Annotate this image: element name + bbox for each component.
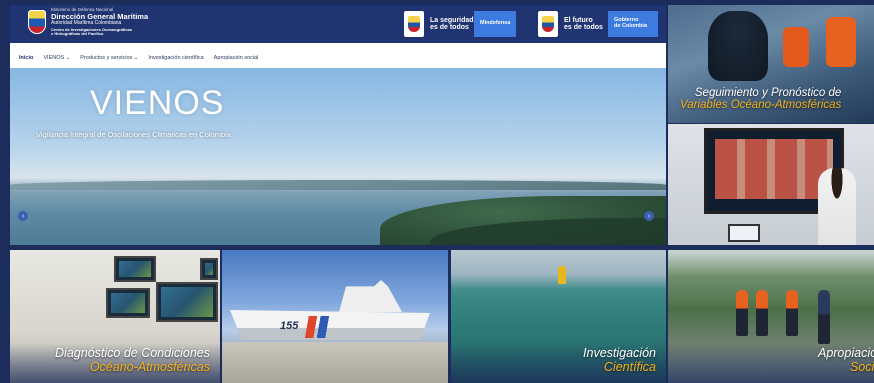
gobierno-tag: Gobierno de Colombia [608, 11, 658, 37]
tile-apropiacion[interactable]: Apropiación Social [668, 250, 874, 383]
data-maps [715, 139, 833, 199]
nav-item-apropiacion[interactable]: Apropiación social [214, 55, 259, 61]
person-figure [818, 290, 830, 344]
monitor [114, 256, 156, 282]
hero-horizon [10, 180, 666, 190]
tile-investigacion[interactable]: Investigación Científica [451, 250, 666, 383]
slogan-line-2: es de todos [564, 24, 603, 31]
hero-slider: VIENOS Vigilancia Integral de Oscilacion… [10, 68, 666, 245]
mindefensa-banner[interactable]: La seguridad es de todos Mindefensa [404, 9, 516, 39]
ship-stripe [302, 316, 332, 338]
header-bar: Ministerio de Defensa Nacional Dirección… [10, 5, 666, 43]
page: Ministerio de Defensa Nacional Dirección… [0, 0, 874, 383]
monitor [106, 288, 150, 318]
hull-number: 155 [280, 320, 299, 332]
caption-line-1: Apropiación [817, 346, 874, 360]
chevron-right-icon[interactable]: › [644, 211, 654, 221]
life-vest-figure [826, 17, 856, 67]
life-vest-figure [783, 27, 809, 67]
logo-text: Ministerio de Defensa Nacional Dirección… [51, 7, 148, 37]
chevron-left-icon[interactable]: ‹ [18, 211, 28, 221]
slogan-line-1: La seguridad [430, 16, 474, 24]
website-preview: Ministerio de Defensa Nacional Dirección… [10, 5, 666, 245]
nav-item-investigacion[interactable]: Investigación científica [148, 55, 203, 61]
slogan-futuro: El futuro es de todos [564, 17, 608, 32]
tile-diagnostico[interactable]: Diagnóstico de Condiciones Océano-Atmosf… [10, 250, 220, 383]
dimar-seal-icon [28, 10, 46, 35]
monitor [200, 258, 218, 280]
caption-line-2: Variables Océano-Atmosféricas [680, 99, 842, 111]
nav-item-inicio[interactable]: Inicio [19, 55, 33, 61]
tag-line-2: de Colombia [614, 23, 648, 29]
ship-superstructure [339, 280, 402, 312]
tile-seguimiento[interactable]: Seguimiento y Pronóstico de Variables Oc… [668, 5, 874, 123]
diver-figure [708, 11, 768, 81]
buoy-figure [558, 266, 566, 284]
tile-caption: Seguimiento y Pronóstico de Variables Oc… [680, 87, 841, 111]
caption-line-1: Diagnóstico de Condiciones [55, 346, 210, 360]
person-figure [736, 290, 748, 336]
logo-line-authority: Autoridad Marítima Colombiana [51, 19, 122, 26]
caption-line-1: Investigación [583, 346, 656, 360]
hero-title: VIENOS [90, 84, 225, 122]
tile-monitoreo[interactable] [668, 124, 874, 245]
gobierno-banner[interactable]: El futuro es de todos Gobierno de Colomb… [538, 9, 658, 39]
dimar-logo[interactable]: Ministerio de Defensa Nacional Dirección… [28, 7, 148, 37]
colombia-shield-icon [404, 11, 424, 37]
analyst-figure [818, 168, 856, 245]
nav-item-vienos[interactable]: VIENOS ⌄ [43, 55, 70, 61]
person-figure [756, 290, 768, 336]
monitor [156, 282, 218, 322]
tile-buque[interactable]: 155 [222, 250, 448, 383]
dock [222, 342, 448, 383]
mindefensa-tag: Mindefensa [474, 11, 516, 37]
slogan-line-2: es de todos [430, 24, 469, 31]
logo-line-ministry: Ministerio de Defensa Nacional [51, 7, 114, 12]
person-figure [786, 290, 798, 336]
colombia-shield-icon [538, 11, 558, 37]
caption-line-2: Océano-Atmosféricas [89, 360, 210, 374]
caption-line-2: Social [849, 360, 874, 374]
tile-caption: Investigación Científica [583, 346, 656, 374]
logo-line-center-2: e Hidrográficas del Pacífico [51, 31, 104, 37]
tile-caption: Diagnóstico de Condiciones Océano-Atmosf… [55, 346, 210, 374]
tile-caption: Apropiación Social [818, 346, 874, 374]
caption-line-1: Seguimiento y Pronóstico de [694, 87, 842, 99]
hero-subtitle: Vigilancia Integral de Oscilaciones Clim… [36, 130, 231, 139]
caption-line-2: Científica [603, 360, 656, 374]
nav-item-productos[interactable]: Productos y servicios ⌄ [80, 55, 138, 61]
main-nav: Inicio VIENOS ⌄ Productos y servicios ⌄ … [10, 49, 666, 67]
slogan-seguridad: La seguridad es de todos [430, 17, 474, 32]
laptop [728, 224, 760, 242]
slogan-line-1: El futuro [564, 16, 593, 24]
